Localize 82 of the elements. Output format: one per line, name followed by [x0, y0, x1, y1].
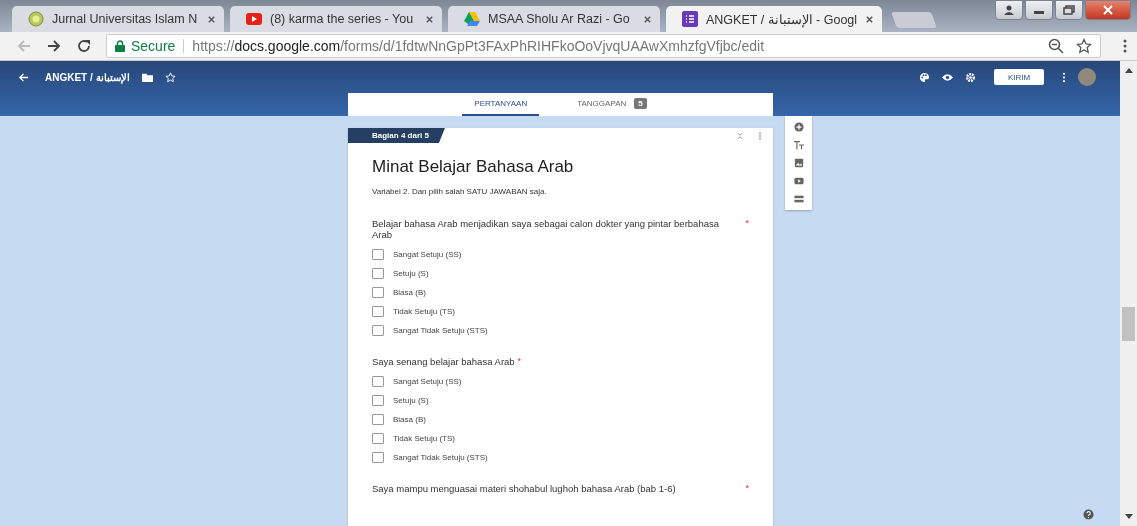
section-description: Variabel 2. Dan pilih salah SATU JAWABAN saja.: [372, 187, 548, 196]
emblem-icon: [28, 11, 44, 27]
avatar[interactable]: [1078, 68, 1096, 86]
option-label: Biasa (B): [393, 415, 426, 424]
back-arrow-icon[interactable]: [18, 71, 29, 83]
option-label: Sangat Tidak Setuju (STS): [393, 326, 488, 335]
form-title: ANGKET / الإستبانة: [45, 71, 130, 83]
address-bar[interactable]: Secure https://docs.google.com/forms/d/1fdtwNnGpPt3FAxPhRIHFkoOoVjvqUAAwXmhzfgVfjbc/edit: [106, 34, 1101, 58]
question-text: Saya senang belajar bahasa Arab: [372, 356, 515, 367]
option-label: Tidak Setuju (TS): [393, 434, 455, 443]
option-label: Tidak Setuju (TS): [393, 307, 455, 316]
option-label: Sangat Setuju (SS): [393, 377, 462, 386]
checkbox[interactable]: [372, 395, 384, 406]
section-title: Minat Belajar Bahasa Arab: [372, 157, 575, 177]
close-icon[interactable]: [425, 14, 434, 24]
tab-title: MSAA Sholu Ar Razi - Go: [488, 12, 631, 26]
option-label: Setuju (S): [393, 396, 429, 405]
required-mark: *: [517, 356, 522, 367]
triangle-icon: [464, 11, 480, 27]
url-text: https://docs.google.com/forms/d/1fdtwNnGpPt3FAxPhRIHFkoOoVjvqUAAwXmhzfgVfjbc/edit: [192, 38, 766, 54]
secure-label: Secure: [131, 38, 176, 54]
checkbox[interactable]: [372, 287, 384, 298]
folder-icon[interactable]: [141, 71, 153, 83]
close-icon[interactable]: [865, 14, 875, 24]
help-icon[interactable]: [1083, 509, 1094, 520]
checkbox[interactable]: [372, 414, 384, 425]
reload-icon[interactable]: [76, 38, 92, 54]
section-label: Bagian 4 dari 5: [348, 128, 445, 143]
option-label: Sangat Setuju (SS): [393, 250, 462, 259]
scroll-down-icon[interactable]: [1124, 514, 1133, 520]
image-icon[interactable]: [793, 158, 804, 168]
form-tab[interactable]: PERTANYAAN: [462, 93, 540, 116]
tab-title: (8) karma the series - You: [270, 12, 415, 26]
checkbox[interactable]: [372, 452, 384, 463]
scroll-up-icon[interactable]: [1124, 67, 1133, 73]
close-icon[interactable]: [643, 14, 652, 24]
scrollbar[interactable]: [1120, 61, 1137, 526]
minimize-button[interactable]: [1025, 0, 1053, 20]
more-icon[interactable]: [1062, 71, 1066, 83]
option-label: Sangat Tidak Setuju (STS): [393, 453, 488, 462]
required-mark: *: [745, 218, 749, 230]
restore-button[interactable]: [1055, 0, 1083, 20]
form-tab[interactable]: TANGGAPAN 5: [565, 93, 659, 116]
required-mark: *: [745, 483, 749, 494]
checkbox[interactable]: [372, 306, 384, 317]
palette-icon[interactable]: [919, 71, 930, 83]
menu-icon[interactable]: [1123, 38, 1127, 54]
form-list-icon: [682, 11, 698, 27]
play-icon: [246, 11, 262, 27]
profile-button[interactable]: [995, 0, 1023, 20]
video-icon[interactable]: [793, 176, 804, 186]
star-icon[interactable]: [1076, 38, 1092, 54]
close-icon[interactable]: [207, 14, 216, 24]
tab-title: Jurnal Universitas Islam N: [52, 12, 199, 26]
option-label: Biasa (B): [393, 288, 426, 297]
lock-icon: [115, 40, 125, 52]
scroll-thumb[interactable]: [1122, 307, 1135, 341]
text-size-icon[interactable]: [793, 140, 804, 150]
browser-tab[interactable]: (8) karma the series - You: [230, 6, 442, 32]
checkbox[interactable]: [372, 249, 384, 260]
section-icon[interactable]: [793, 194, 804, 204]
question-text: Saya mampu menguasai materi shohabul lughoh bahasa Arab (bab 1-6): [372, 483, 676, 494]
browser-tab[interactable]: Jurnal Universitas Islam N: [12, 6, 224, 32]
close-window-button[interactable]: [1085, 0, 1131, 20]
browser-tab[interactable]: ANGKET / الإستبانة - Googl: [666, 6, 883, 32]
forward-icon[interactable]: [46, 38, 62, 54]
checkbox[interactable]: [372, 325, 384, 336]
tab-title: ANGKET / الإستبانة - Googl: [706, 11, 858, 27]
question-text: Belajar bahasa Arab menjadikan saya sebagai calon dokter yang pintar berbahasa Arab: [372, 218, 720, 240]
zoom-out-icon[interactable]: [1048, 38, 1064, 54]
add-icon[interactable]: [793, 122, 804, 132]
person-icon: [1003, 5, 1015, 15]
settings-icon[interactable]: [965, 71, 976, 83]
eye-icon[interactable]: [942, 71, 953, 83]
option-label: Setuju (S): [393, 269, 429, 278]
browser-tab[interactable]: MSAA Sholu Ar Razi - Go: [448, 6, 660, 32]
checkbox[interactable]: [372, 433, 384, 444]
checkbox[interactable]: [372, 376, 384, 387]
close-icon: [1102, 5, 1114, 15]
send-button[interactable]: KIRIM: [994, 69, 1044, 85]
checkbox[interactable]: [372, 268, 384, 279]
restore-icon: [1063, 5, 1075, 15]
